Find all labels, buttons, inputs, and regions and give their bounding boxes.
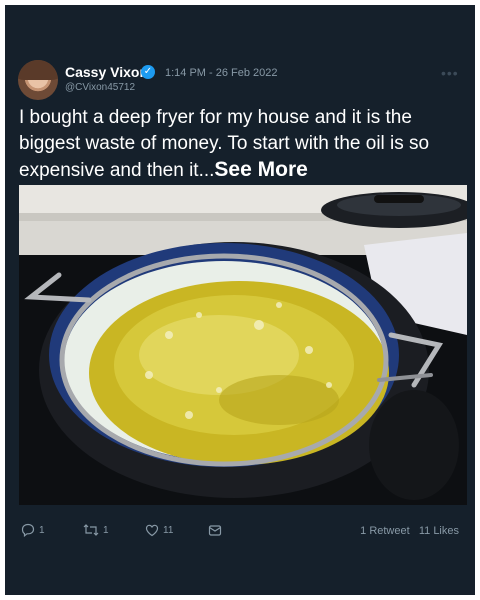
- retweet-button[interactable]: 1: [83, 523, 109, 537]
- tweet-card: Cassy Vixon ✓ 1:14 PM - 26 Feb 2022 @CVi…: [5, 5, 475, 595]
- retweets-label[interactable]: 1 Retweet: [360, 525, 410, 537]
- user-handle[interactable]: @CVixon45712: [65, 82, 135, 93]
- tweet-body: I bought a deep fryer for my house and i…: [19, 105, 469, 184]
- reply-count: 1: [39, 524, 45, 536]
- avatar[interactable]: [18, 60, 58, 100]
- like-button[interactable]: 11: [145, 523, 173, 537]
- retweet-icon: [83, 524, 99, 536]
- timestamp[interactable]: 1:14 PM - 26 Feb 2022: [165, 67, 278, 79]
- like-icon: [145, 524, 159, 537]
- see-more-link[interactable]: See More: [214, 158, 307, 181]
- retweet-count: 1: [103, 524, 109, 536]
- verified-icon: ✓: [141, 65, 155, 79]
- likes-label[interactable]: 11 Likes: [419, 525, 459, 537]
- reply-button[interactable]: 1: [21, 523, 45, 537]
- more-icon[interactable]: •••: [441, 65, 459, 81]
- tweet-image[interactable]: [19, 185, 467, 505]
- share-button[interactable]: [208, 523, 222, 537]
- like-count: 11: [163, 524, 174, 536]
- tweet-stats: 1 Retweet 11 Likes: [360, 525, 459, 537]
- display-name[interactable]: Cassy Vixon: [65, 64, 148, 80]
- reply-icon: [21, 523, 35, 537]
- share-icon: [208, 525, 222, 536]
